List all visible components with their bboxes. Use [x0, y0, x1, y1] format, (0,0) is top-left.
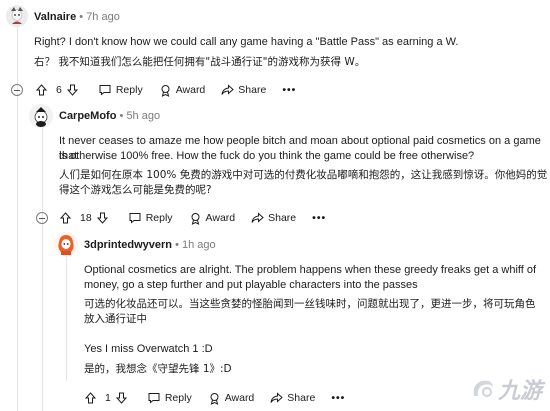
avatar[interactable] — [6, 5, 28, 27]
timestamp[interactable]: 1h ago — [182, 239, 216, 251]
upvote-icon — [85, 392, 96, 404]
reply-icon — [99, 85, 111, 96]
avatar[interactable] — [54, 232, 78, 256]
more-icon: ••• — [312, 212, 327, 224]
comment-text-cn-line-3: 是的，我想念《守望先锋 1》:D — [84, 363, 232, 375]
comment-text-en-line-2: is otherwise 100% free. How the fuck do … — [59, 150, 475, 162]
downvote-icon[interactable] — [96, 212, 108, 224]
comment-text-cn-line-2: 放入通行证中 — [84, 313, 147, 325]
author-name[interactable]: CarpeMofo — [59, 110, 116, 122]
comment-actions: 1 Reply Award Share ••• — [85, 389, 361, 407]
share-icon — [221, 84, 235, 95]
more-icon: ••• — [282, 84, 297, 96]
award-label: Award — [175, 84, 206, 96]
reply-icon — [129, 213, 141, 224]
share-label: Share — [238, 84, 267, 96]
award-button[interactable]: Award — [159, 84, 206, 97]
vote-count: 18 — [80, 212, 92, 224]
avatar-icon — [54, 232, 78, 256]
share-label: Share — [268, 212, 297, 224]
reply-button[interactable]: Reply — [98, 84, 143, 96]
watermark: 九游 — [470, 373, 542, 405]
comment-text-en: Right? I don't know how we could call an… — [34, 36, 459, 48]
upvote-button[interactable]: 6 — [36, 84, 82, 96]
upvote-icon — [60, 212, 71, 224]
award-icon — [210, 392, 219, 405]
timestamp[interactable]: 5h ago — [126, 110, 160, 122]
upvote-button[interactable]: 1 — [85, 392, 131, 404]
award-label: Award — [205, 212, 236, 224]
share-icon — [251, 212, 264, 223]
comment-text-cn-line-1: 可选的化妆品还可以。当这些贪婪的怪胎闻到一丝钱味时，问题就出现了，更进一步，将可… — [84, 298, 536, 310]
separator: • — [119, 110, 124, 122]
author-name[interactable]: Valnaire — [34, 11, 76, 23]
share-icon — [270, 392, 284, 403]
watermark-logo-icon — [473, 380, 493, 398]
reply-label: Reply — [115, 84, 143, 96]
more-options-button[interactable]: ••• — [312, 212, 326, 224]
reply-label: Reply — [164, 392, 192, 404]
vote-count: 6 — [56, 84, 62, 96]
comment-text-cn: 右？ 我不知道我们怎么能把任何拥有"战斗通行证"的游戏称为获得 W。 — [34, 56, 366, 68]
award-label: Award — [224, 392, 255, 404]
share-label: Share — [287, 392, 316, 404]
avatar[interactable] — [29, 104, 53, 128]
vote-count: 1 — [105, 392, 111, 404]
avatar-icon — [6, 5, 28, 27]
more-icon: ••• — [331, 392, 346, 404]
comment-text-en-line-1: Optional cosmetics are alright. The prob… — [84, 264, 537, 276]
share-button[interactable]: Share — [251, 212, 296, 224]
reply-button[interactable]: Reply — [128, 212, 173, 224]
upvote-button[interactable]: 18 — [60, 212, 112, 224]
downvote-icon[interactable] — [66, 84, 78, 96]
author-name[interactable]: 3dprintedwyvern — [84, 239, 172, 251]
collapse-button[interactable] — [36, 212, 48, 224]
thread-line-2[interactable] — [42, 126, 43, 411]
comment-header: Valnaire • 7h ago — [34, 11, 120, 23]
share-button[interactable]: Share — [270, 392, 315, 404]
reply-icon — [148, 393, 160, 404]
downvote-icon[interactable] — [115, 392, 127, 404]
comment-text-cn-line-2: 得这个游戏怎么可能是免费的呢? — [59, 184, 212, 196]
comment-text-cn-line-1: 人们是如何在原本 100% 免费的游戏中对可选的付费化妆品嘟嘀和抱怨的，这让我感… — [59, 169, 548, 181]
comment-header: CarpeMofo • 5h ago — [59, 110, 160, 122]
comment-header: 3dprintedwyvern • 1h ago — [84, 239, 216, 251]
separator: • — [79, 11, 84, 23]
share-button[interactable]: Share — [221, 84, 266, 96]
collapse-button[interactable] — [11, 84, 23, 96]
comment-text-en-line-2: money, go a step further and put playabl… — [84, 279, 418, 291]
separator: • — [175, 239, 179, 251]
upvote-icon — [36, 84, 47, 96]
comment-text-en-line-3: Yes I miss Overwatch 1 :D — [84, 343, 213, 355]
comment-actions: 18 Reply Award Share ••• — [60, 209, 342, 227]
comment-actions: 6 Reply Award Share ••• — [36, 81, 312, 99]
more-options-button[interactable]: ••• — [282, 84, 296, 96]
reply-button[interactable]: Reply — [147, 392, 192, 404]
thread-line-3[interactable] — [66, 254, 67, 381]
reply-label: Reply — [145, 212, 173, 224]
avatar-icon — [29, 104, 53, 128]
award-button[interactable]: Award — [189, 212, 236, 225]
watermark-text: 九游 — [497, 379, 542, 404]
award-icon — [191, 212, 200, 225]
award-icon — [161, 84, 170, 97]
award-button[interactable]: Award — [208, 392, 255, 405]
more-options-button[interactable]: ••• — [331, 392, 345, 404]
timestamp[interactable]: 7h ago — [86, 11, 120, 23]
